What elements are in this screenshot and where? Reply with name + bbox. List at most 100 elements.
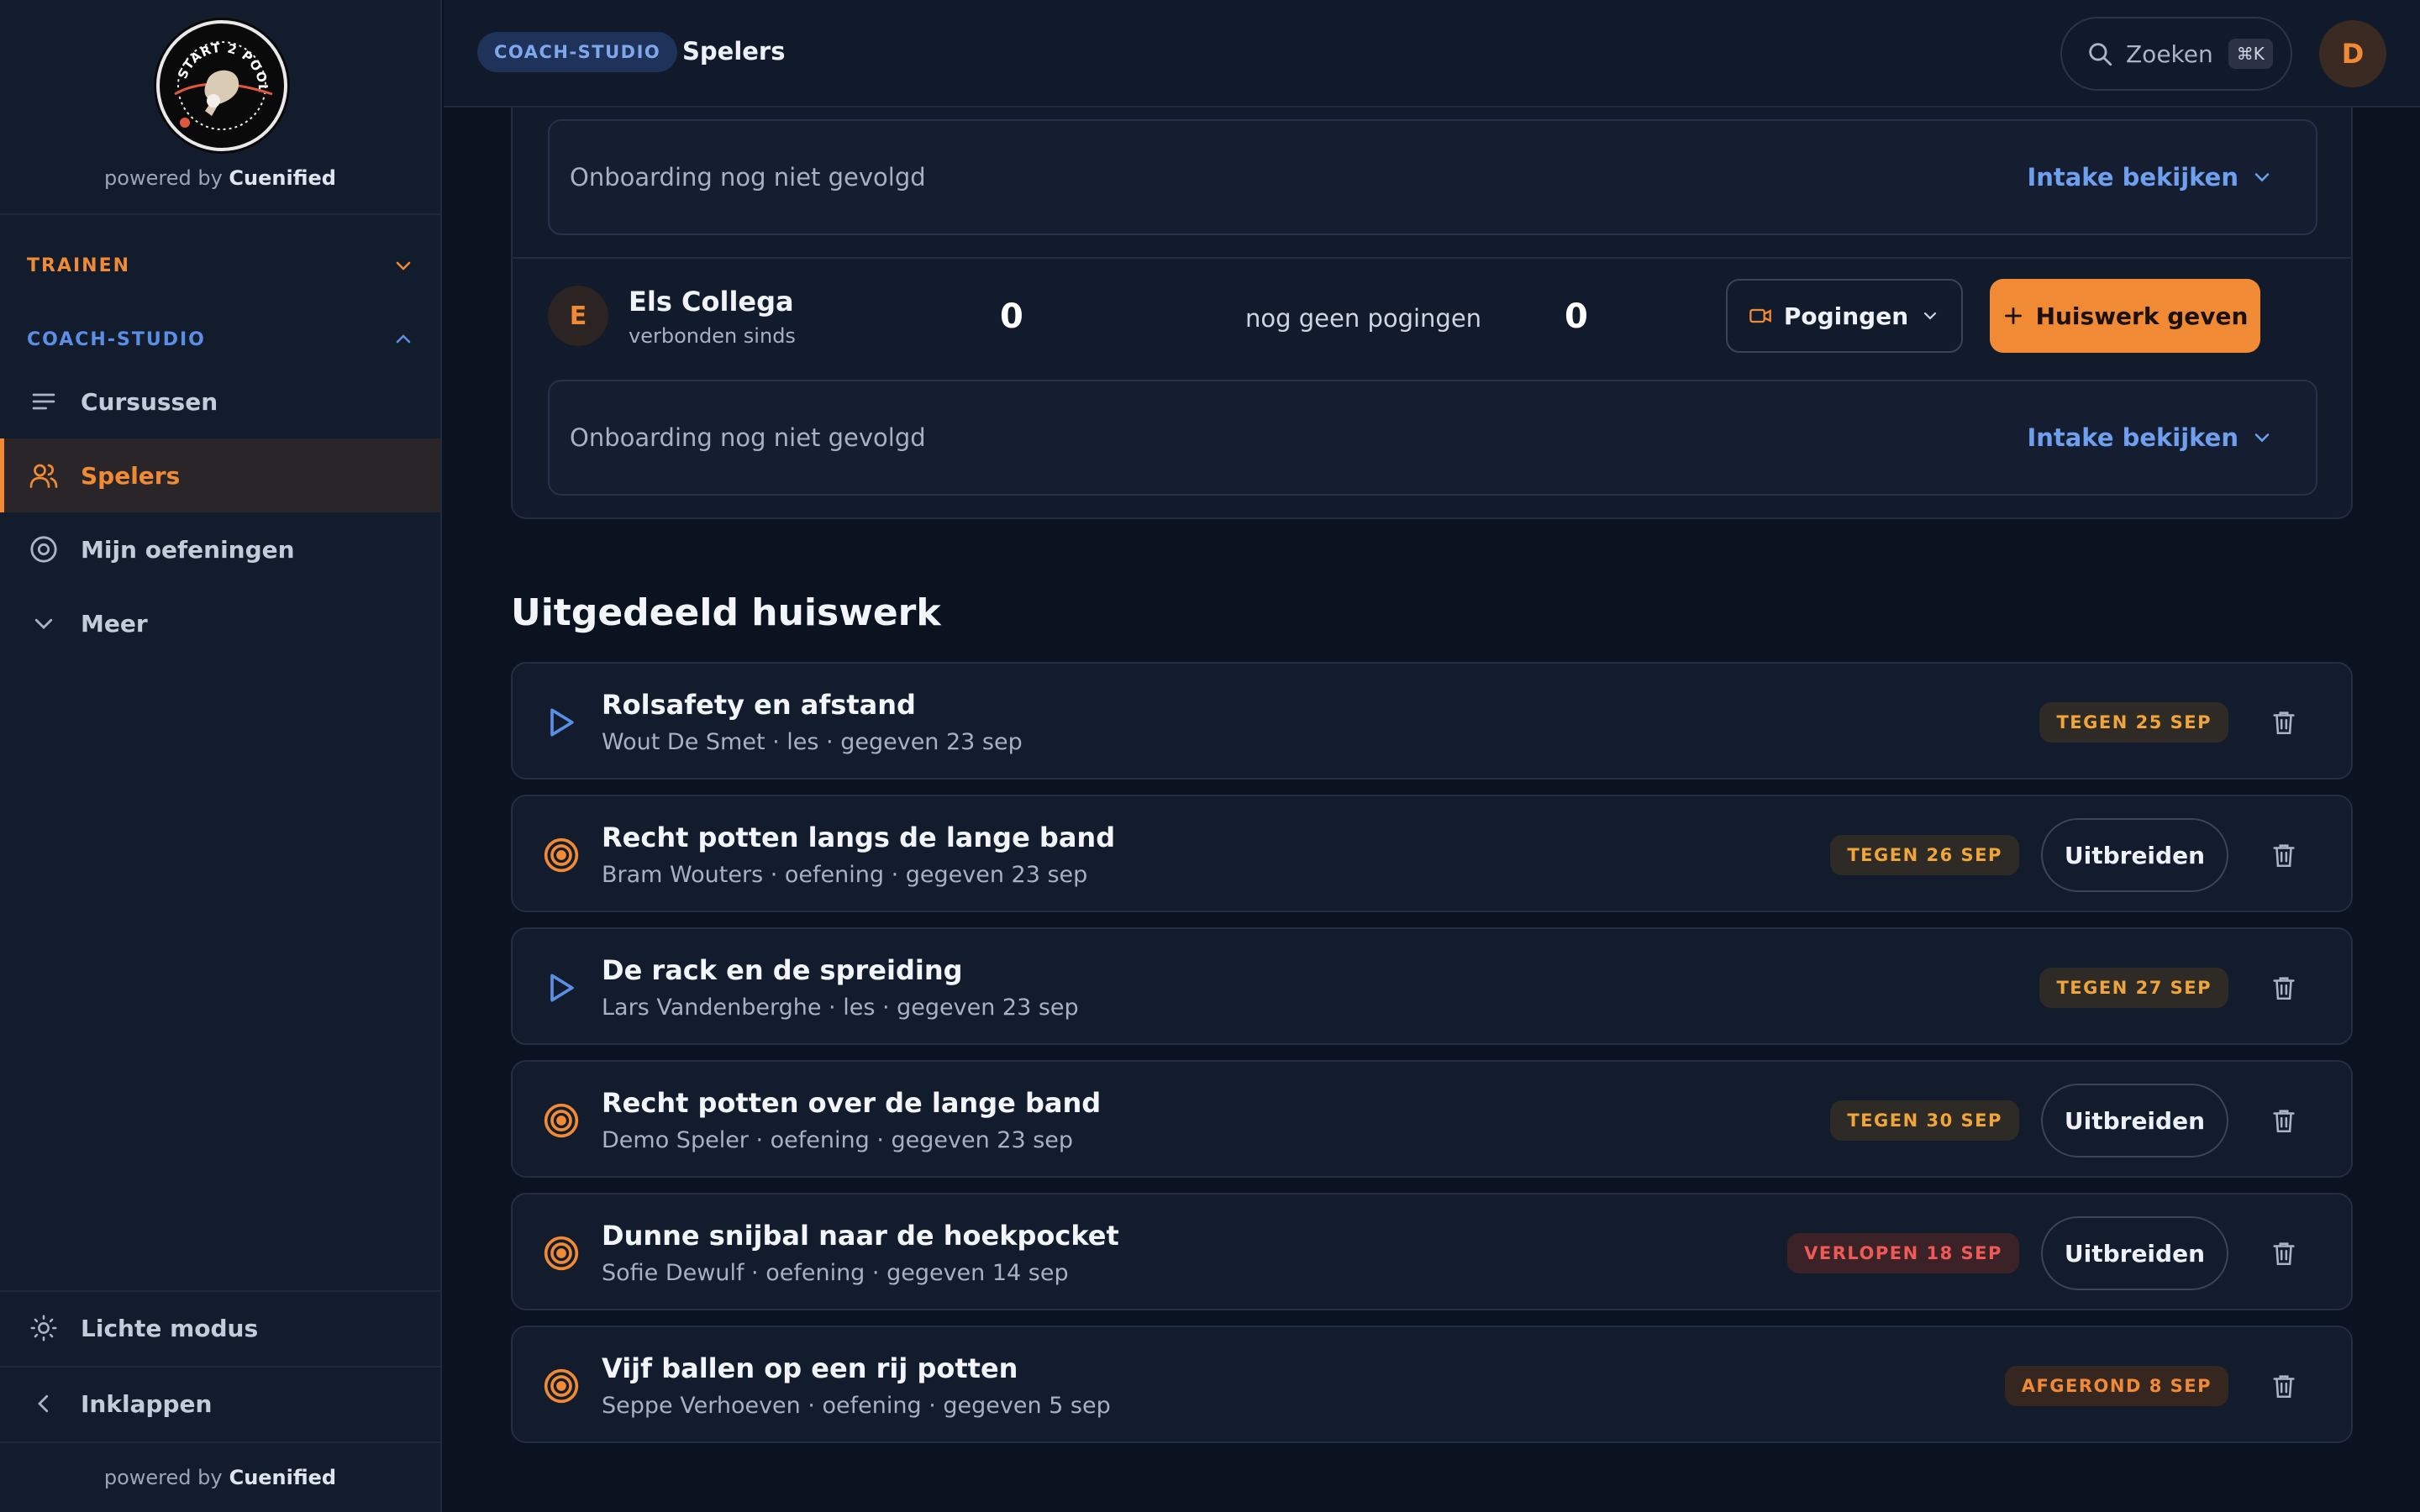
homework-actions: VERLOPEN 18 SEP Uitbreiden <box>1787 1216 2311 1290</box>
user-avatar[interactable]: D <box>2319 20 2386 87</box>
trash-icon[interactable] <box>2257 696 2311 749</box>
powered-prefix: powered by <box>104 166 223 190</box>
homework-item[interactable]: Vijf ballen op een rij potten Seppe Verho… <box>511 1326 2353 1443</box>
breadcrumb: Spelers <box>682 37 786 66</box>
homework-meta: Sofie Dewulf · oefening · gegeven 14 sep <box>602 1260 1069 1286</box>
trash-icon[interactable] <box>2257 961 2311 1015</box>
sidebar-item-label: Mijn oefeningen <box>81 535 295 564</box>
homework-name: De rack en de spreiding <box>602 954 963 986</box>
collapse-label: Inklappen <box>81 1389 213 1418</box>
status-badge: TEGEN 27 SEP <box>2039 968 2228 1008</box>
intake-row: Onboarding nog niet gevolgd Intake bekij… <box>548 380 2317 496</box>
section-trainen-label: TRAINEN <box>27 255 131 276</box>
sidebar-item-meer[interactable]: Meer <box>0 586 440 660</box>
top-bar: COACH-STUDIO Spelers Zoeken ⌘K D <box>444 0 2420 108</box>
homework-name: Dunne snijbal naar de hoekpocket <box>602 1220 1119 1252</box>
homework-meta: Seppe Verhoeven · oefening · gegeven 5 s… <box>602 1393 1111 1419</box>
homework-name: Rolsafety en afstand <box>602 689 916 721</box>
target-icon <box>543 1368 580 1404</box>
chevron-up-icon <box>396 334 411 344</box>
homework-item[interactable]: De rack en de spreiding Lars Vandenberghe… <box>511 927 2353 1045</box>
homework-name: Recht potten langs de lange band <box>602 822 1116 853</box>
target-icon <box>543 837 580 874</box>
extend-button[interactable]: Uitbreiden <box>2040 818 2228 892</box>
collapse-sidebar-button[interactable]: Inklappen <box>0 1366 440 1440</box>
homework-meta: Lars Vandenberghe · les · gegeven 23 sep <box>602 995 1079 1021</box>
homework-meta: Bram Wouters · oefening · gegeven 23 sep <box>602 862 1088 888</box>
status-badge: TEGEN 25 SEP <box>2039 702 2228 743</box>
homework-section-title: Uitgedeeld huiswerk <box>511 591 941 634</box>
status-badge: AFGEROND 8 SEP <box>2004 1366 2228 1406</box>
give-homework-label: Huiswerk geven <box>2035 302 2249 330</box>
search-shortcut: ⌘K <box>2228 39 2273 69</box>
list-icon <box>29 386 59 417</box>
player-row: E Els Collega verbonden sinds 0 nog geen… <box>548 279 2317 353</box>
status-badge: VERLOPEN 18 SEP <box>1787 1233 2019 1273</box>
chevron-down-icon <box>29 608 59 638</box>
start2pool-logo[interactable]: START 2 POOL <box>156 20 287 151</box>
sidebar-item-label: Cursussen <box>81 387 218 416</box>
section-trainen-toggle[interactable]: TRAINEN <box>27 249 413 282</box>
homework-actions: AFGEROND 8 SEP <box>2004 1349 2311 1423</box>
search-label: Zoeken <box>2126 39 2213 68</box>
player-connected-since: verbonden sinds <box>629 324 796 348</box>
player-attempts-text: nog geen pogingen <box>1245 304 1482 333</box>
powered-brand: Cuenified <box>229 1466 337 1489</box>
sidebar: START 2 POOL powered by Cuenified TRAINE… <box>0 0 442 1512</box>
give-homework-button[interactable]: Huiswerk geven <box>1990 279 2260 353</box>
homework-name: Recht potten over de lange band <box>602 1087 1102 1119</box>
studio-badge: COACH-STUDIO <box>477 32 678 72</box>
search-icon <box>2089 43 2112 66</box>
homework-item[interactable]: Recht potten over de lange band Demo Spel… <box>511 1060 2353 1178</box>
trash-icon[interactable] <box>2257 1359 2311 1413</box>
homework-item[interactable]: Rolsafety en afstand Wout De Smet · les ·… <box>511 662 2353 780</box>
section-coach-label: COACH-STUDIO <box>27 328 206 350</box>
homework-item[interactable]: Dunne snijbal naar de hoekpocket Sofie De… <box>511 1193 2353 1310</box>
section-coach-toggle[interactable]: COACH-STUDIO <box>27 323 413 356</box>
light-mode-toggle[interactable]: Lichte modus <box>0 1290 440 1364</box>
chevron-down-icon <box>2254 173 2270 182</box>
player-stat-1: 0 <box>1000 297 1023 336</box>
sidebar-item-spelers[interactable]: Spelers <box>0 438 440 512</box>
search-button[interactable]: Zoeken ⌘K <box>2060 17 2292 91</box>
sidebar-item-cursussen[interactable]: Cursussen <box>0 365 440 438</box>
homework-actions: TEGEN 25 SEP <box>2039 685 2311 759</box>
trash-icon[interactable] <box>2257 828 2311 882</box>
target-icon <box>543 1235 580 1272</box>
extend-button[interactable]: Uitbreiden <box>2040 1084 2228 1158</box>
trash-icon[interactable] <box>2257 1226 2311 1280</box>
powered-by-footer: powered by Cuenified <box>0 1441 440 1512</box>
powered-prefix: powered by <box>103 1466 223 1489</box>
extend-button[interactable]: Uitbreiden <box>2040 1216 2228 1290</box>
play-icon <box>543 969 580 1006</box>
sidebar-item-label: Meer <box>81 609 148 638</box>
intake-link[interactable]: Intake bekijken <box>2027 163 2274 192</box>
player-name[interactable]: Els Collega <box>629 286 794 318</box>
attempts-button[interactable]: Pogingen <box>1726 279 1963 353</box>
intake-row: Onboarding nog niet gevolgd Intake bekij… <box>548 119 2317 235</box>
powered-by: powered by Cuenified <box>0 166 440 190</box>
intake-link[interactable]: Intake bekijken <box>2027 423 2274 452</box>
avatar: E <box>548 286 608 346</box>
video-icon <box>1749 308 1771 323</box>
brand-area: START 2 POOL powered by Cuenified <box>0 0 440 215</box>
plus-icon <box>2004 307 2022 325</box>
homework-actions: TEGEN 26 SEP Uitbreiden <box>1830 818 2311 892</box>
player-stat-2: 0 <box>1565 297 1588 336</box>
target-icon <box>29 534 59 564</box>
homework-actions: TEGEN 27 SEP <box>2039 951 2311 1025</box>
users-icon <box>29 460 59 491</box>
trash-icon[interactable] <box>2257 1094 2311 1147</box>
sidebar-item-label: Spelers <box>81 461 181 490</box>
sun-icon <box>29 1313 59 1343</box>
powered-brand: Cuenified <box>229 166 336 190</box>
homework-item[interactable]: Recht potten langs de lange band Bram Wou… <box>511 795 2353 912</box>
onboarding-status: Onboarding nog niet gevolgd <box>570 423 926 452</box>
chevron-down-icon <box>396 261 411 270</box>
intake-link-label: Intake bekijken <box>2027 423 2238 452</box>
sidebar-item-mijn-oefeningen[interactable]: Mijn oefeningen <box>0 512 440 586</box>
onboarding-status: Onboarding nog niet gevolgd <box>570 163 926 192</box>
homework-meta: Wout De Smet · les · gegeven 23 sep <box>602 729 1023 755</box>
target-icon <box>543 1102 580 1139</box>
play-icon <box>543 704 580 741</box>
